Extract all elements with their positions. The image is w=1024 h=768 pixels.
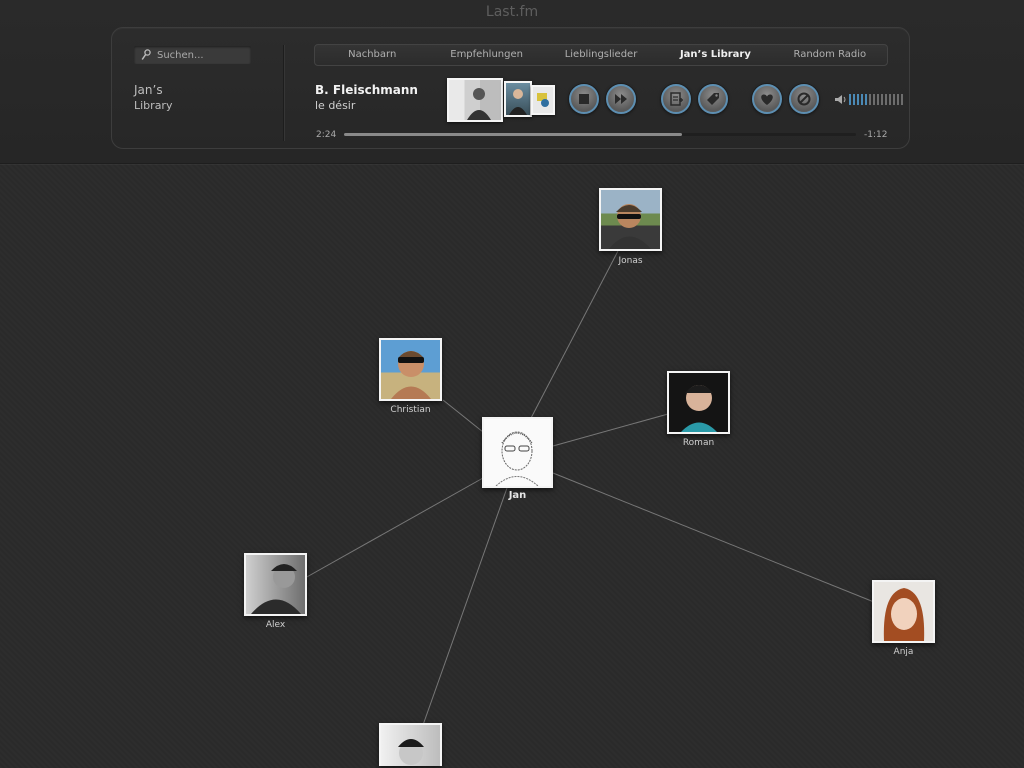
- edge-christian: [442, 399, 484, 433]
- friend-photo-jan: [482, 417, 553, 488]
- friend-name-jonas: Jonas: [618, 256, 643, 266]
- friend-photo-christian: [379, 338, 442, 401]
- edge-roman: [552, 413, 669, 447]
- friend-graph-edges: [304, 250, 875, 726]
- app-window: Last.fm Jan’s Library Nachbarn Empfehlun…: [0, 0, 1024, 768]
- friend-name-christian: Christian: [390, 405, 431, 415]
- person-photo-icon: [883, 588, 925, 641]
- friend-photo-jonas: [599, 188, 662, 251]
- person-photo-icon: [398, 739, 424, 765]
- friend-photo-unnamed: [379, 723, 442, 766]
- person-photo-icon: [251, 564, 301, 614]
- friend-photo-roman: [667, 371, 730, 434]
- person-photo-icon: [681, 385, 717, 432]
- person-photo-icon: [609, 204, 651, 249]
- friend-name-roman: Roman: [682, 438, 715, 448]
- friend-photo-anja: [872, 580, 935, 643]
- friend-photo-alex: [244, 553, 307, 616]
- edge-jonas: [529, 250, 619, 421]
- edge-alex: [304, 477, 484, 579]
- edge-unnamed: [422, 487, 508, 726]
- person-photo-icon: [391, 351, 431, 399]
- edge-anja: [552, 472, 875, 603]
- friend-name-anja: Anja: [893, 647, 914, 657]
- friend-name-alex: Alex: [265, 620, 286, 630]
- friend-name-jan: Jan: [508, 490, 527, 501]
- person-sketch-icon: [495, 431, 539, 486]
